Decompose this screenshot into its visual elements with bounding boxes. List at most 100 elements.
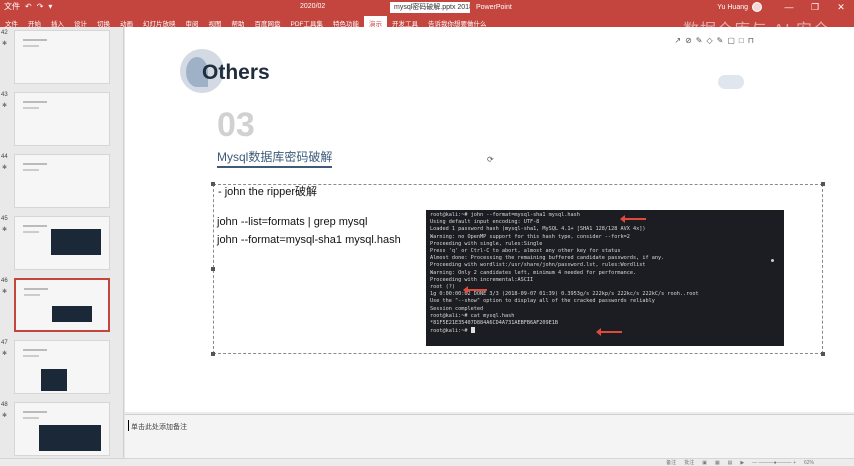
pen-tool-icon[interactable]: ✎ xyxy=(717,36,724,45)
animation-star-icon: ✱ xyxy=(2,103,8,109)
thumbnail-screenshot xyxy=(52,306,92,322)
status-bar-item[interactable]: — ———●——— + xyxy=(752,460,796,466)
thumbnail-text-line xyxy=(23,101,47,103)
app-name: PowerPoint xyxy=(476,4,512,11)
document-title-box[interactable]: mysql密码破解.pptx 2018 12 xyxy=(390,2,470,13)
status-bar-item[interactable]: 62% xyxy=(804,460,814,466)
animation-star-icon: ✱ xyxy=(2,289,8,295)
thumbnail-text-line xyxy=(23,163,47,165)
slide-heading[interactable]: Others xyxy=(202,61,270,85)
thumbnail-text-line xyxy=(23,231,39,233)
terminal-line-text: root@kali:~# john --format=mysql-sha1 my… xyxy=(430,212,580,218)
terminal-line: Proceeding with single, rules:Single xyxy=(430,241,780,248)
slide-number: 48 xyxy=(1,402,8,408)
redo-icon[interactable]: ↷ xyxy=(37,2,44,11)
slide-thumbnails-panel[interactable]: 42 ✱ 43 ✱ 44 ✱ 45 ✱ 46 ✱ 47 ✱ 48 ✱ xyxy=(0,27,124,466)
animation-star-icon: ✱ xyxy=(2,41,8,47)
slide-number: 46 xyxy=(1,278,8,284)
pen-toolbar: ↗ ⊘ ✎ ◇ ✎ ▢ □ ⊓ xyxy=(674,36,754,45)
resize-handle[interactable] xyxy=(211,182,215,186)
thumbnail-text-line xyxy=(24,288,48,290)
section-title[interactable]: Mysql数据库密码破解 xyxy=(217,148,333,168)
terminal-cursor xyxy=(470,327,475,334)
undo-icon[interactable]: ↶ xyxy=(25,2,32,11)
terminal-line: 1g 0:00:00:02 DONE 3/3 (2018-09-07 01:39… xyxy=(430,291,780,298)
section-number[interactable]: 03 xyxy=(217,106,255,145)
thumbnail-preview[interactable] xyxy=(14,154,110,208)
bullet-text[interactable]: - john the ripper破解 xyxy=(218,183,317,199)
command-line-1[interactable]: john --list=formats | grep mysql xyxy=(217,216,368,228)
thumbnail-text-line xyxy=(23,169,39,171)
slide-number: 45 xyxy=(1,216,8,222)
animation-star-icon: ✱ xyxy=(2,165,8,171)
terminal-line: Loaded 1 password hash (mysql-sha1, MySQ… xyxy=(430,226,780,233)
thumbnail-preview[interactable] xyxy=(14,340,110,394)
status-bar-item[interactable]: ▤ xyxy=(728,460,733,466)
terminal-line-text: Using default input encoding: UTF-8 xyxy=(430,219,540,226)
pen-tool-icon[interactable]: □ xyxy=(739,36,744,45)
pen-tool-icon[interactable]: ✎ xyxy=(696,36,703,45)
terminal-line-text: 1g 0:00:00:02 DONE 3/3 (2018-09-07 01:39… xyxy=(430,291,699,298)
thumbnail-screenshot xyxy=(41,369,67,391)
pen-tool-icon[interactable]: ⊓ xyxy=(748,36,754,45)
terminal-line-text: Warning: no OpenMP support for this hash… xyxy=(430,233,630,240)
terminal-line: Using default input encoding: UTF-8 xyxy=(430,219,780,226)
thumbnail-preview[interactable] xyxy=(14,216,110,270)
file-menu-button[interactable]: 文件 xyxy=(4,2,20,11)
thumbnail-text-line xyxy=(23,411,47,413)
slide-number: 44 xyxy=(1,154,8,160)
pen-tool-icon[interactable]: ↗ xyxy=(674,36,681,45)
resize-handle[interactable] xyxy=(211,352,215,356)
annotation-arrow xyxy=(596,328,622,336)
ribbon: 文件 ↶ ↷ ▾ 2020/02 mysql密码破解.pptx 2018 12 … xyxy=(0,0,854,39)
terminal-line-text: Use the "--show" option to display all o… xyxy=(430,298,655,305)
pen-tool-icon[interactable]: ▢ xyxy=(727,36,735,45)
terminal-line-text: root@kali:~# cat mysql.hash xyxy=(430,312,515,319)
powerpoint-window: 文件 ↶ ↷ ▾ 2020/02 mysql密码破解.pptx 2018 12 … xyxy=(0,0,854,466)
resize-handle[interactable] xyxy=(821,352,825,356)
thumbnail-text-line xyxy=(23,107,39,109)
terminal-line: Proceeding with incremental:ASCII xyxy=(430,277,780,284)
user-account[interactable]: Yu Huang xyxy=(717,2,762,12)
status-bar-item[interactable]: 批注 xyxy=(684,459,694,466)
resize-handle[interactable] xyxy=(821,182,825,186)
terminal-line-text: Proceeding with wordlist:/usr/share/john… xyxy=(430,262,646,269)
customize-quick-access-icon[interactable]: ▾ xyxy=(48,2,52,11)
rotate-handle-icon[interactable]: ⟳ xyxy=(487,155,494,164)
close-icon[interactable]: ✕ xyxy=(828,0,854,14)
status-bar-item[interactable]: ▦ xyxy=(715,460,720,466)
thumbnail-screenshot xyxy=(51,229,101,255)
thumbnail-preview[interactable] xyxy=(14,402,110,456)
terminal-line: Press 'q' or Ctrl-C to abort, almost any… xyxy=(430,248,780,255)
terminal-line: Warning: no OpenMP support for this hash… xyxy=(430,234,780,241)
thumbnail-preview[interactable] xyxy=(14,278,110,332)
terminal-line-text: root@kali:~# xyxy=(430,328,471,335)
terminal-screenshot: root@kali:~# john --format=mysql-sha1 my… xyxy=(426,210,784,346)
terminal-line-text: Loaded 1 password hash (mysql-sha1, MySQ… xyxy=(430,226,646,233)
notes-placeholder[interactable]: 单击此处添加备注 xyxy=(131,422,187,432)
editing-canvas: ↗ ⊘ ✎ ◇ ✎ ▢ □ ⊓ Others 03 Mysql数据库密码破解 ⟳ - john… xyxy=(125,27,854,466)
status-bar-item[interactable]: 备注 xyxy=(666,459,676,466)
status-bar-item[interactable]: ▣ xyxy=(702,460,707,466)
thumbnail-preview[interactable] xyxy=(14,30,110,84)
status-bar-item[interactable]: ▶ xyxy=(740,460,744,466)
minimize-icon[interactable]: — xyxy=(776,0,802,14)
current-slide[interactable]: ↗ ⊘ ✎ ◇ ✎ ▢ □ ⊓ Others 03 Mysql数据库密码破解 ⟳ - john… xyxy=(125,27,854,412)
scroll-indicator xyxy=(771,259,774,262)
terminal-line: Use the "--show" option to display all o… xyxy=(430,298,780,305)
user-name: Yu Huang xyxy=(717,3,748,11)
animation-star-icon: ✱ xyxy=(2,413,8,419)
resize-handle[interactable] xyxy=(211,267,215,271)
terminal-line: root@kali:~# john --format=mysql-sha1 my… xyxy=(430,212,780,219)
restore-icon[interactable]: ❐ xyxy=(802,0,828,14)
pen-tool-icon[interactable]: ⊘ xyxy=(685,36,692,45)
thumbnail-text-line xyxy=(23,225,47,227)
thumbnail-text-line xyxy=(23,45,39,47)
pen-tool-icon[interactable]: ◇ xyxy=(706,36,712,45)
thumbnail-preview[interactable] xyxy=(14,92,110,146)
avatar[interactable] xyxy=(752,2,762,12)
command-line-2[interactable]: john --format=mysql-sha1 mysql.hash xyxy=(217,234,401,246)
autosave-date: 2020/02 xyxy=(300,3,326,10)
terminal-line-text: Almost done: Processing the remaining bu… xyxy=(430,255,665,262)
terminal-line: Session completed xyxy=(430,306,780,313)
